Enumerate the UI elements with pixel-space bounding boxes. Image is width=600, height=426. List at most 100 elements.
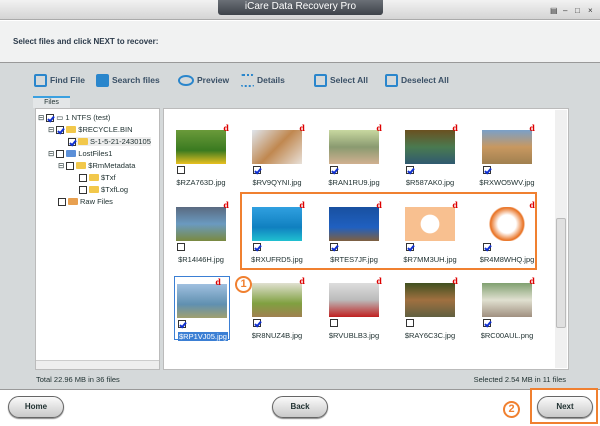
- details-label: Details: [257, 75, 285, 85]
- file-name: $RV9QYNI.jpg: [252, 178, 302, 187]
- file-thumbnail: [252, 130, 302, 164]
- file-name: $R587AK0.jpg: [405, 178, 455, 187]
- select-all-label: Select All: [330, 75, 368, 85]
- back-button[interactable]: Back: [272, 396, 328, 418]
- folder-icon: [66, 126, 77, 133]
- file-name: $RAN1RU9.jpg: [328, 178, 380, 187]
- next-button[interactable]: Next: [537, 396, 593, 418]
- home-button[interactable]: Home: [8, 396, 64, 418]
- checkbox[interactable]: [46, 113, 55, 122]
- step-1-marker: 1: [235, 276, 252, 293]
- select-all-icon: [314, 73, 327, 87]
- checkbox[interactable]: [56, 125, 65, 134]
- tree-label: LostFiles1: [78, 149, 113, 158]
- tree-item-sid-folder[interactable]: S-1-5-21-2430105: [68, 137, 151, 146]
- deleted-badge: d: [529, 123, 535, 133]
- file-thumbnail: [177, 284, 227, 318]
- file-checkbox[interactable]: [483, 166, 491, 174]
- deleted-badge: d: [223, 200, 229, 210]
- tree-item-recycle-bin[interactable]: ⊟ $RECYCLE.BIN: [48, 125, 132, 134]
- checkbox[interactable]: [68, 137, 76, 146]
- file-thumbnail: [405, 130, 455, 164]
- tree-item-txf[interactable]: $Txf: [79, 173, 116, 182]
- file-name: $R14I46H.jpg: [178, 255, 224, 264]
- tree-label: $Txf: [101, 173, 116, 182]
- menu-icon[interactable]: ▤: [550, 6, 558, 15]
- checkbox[interactable]: [56, 149, 65, 158]
- file-checkbox[interactable]: [483, 319, 491, 327]
- details-button[interactable]: Details: [241, 73, 285, 87]
- checkbox[interactable]: [79, 185, 87, 194]
- folder-tree: ⊟ ▭ 1 NTFS (test) ⊟ $RECYCLE.BIN S-1-5-21-2…: [35, 108, 160, 370]
- highlight-box: [240, 192, 537, 270]
- deselect-all-icon: [385, 73, 398, 87]
- deleted-badge: d: [452, 276, 458, 286]
- tree-item-raw-files[interactable]: Raw Files: [58, 197, 113, 206]
- close-icon[interactable]: ×: [588, 6, 593, 15]
- checkbox[interactable]: [79, 173, 87, 182]
- file-item[interactable]: d $RXWO5WV.jpg: [471, 123, 543, 187]
- total-status: Total 22.96 MB in 36 files: [36, 375, 120, 384]
- search-files-button[interactable]: Search files: [96, 73, 160, 87]
- file-checkbox[interactable]: [253, 166, 261, 174]
- checkbox[interactable]: [58, 197, 66, 206]
- file-checkbox[interactable]: [406, 166, 414, 174]
- tree-label: 1 NTFS (test): [65, 113, 111, 122]
- tree-label: $RECYCLE.BIN: [78, 125, 133, 134]
- deleted-badge: d: [299, 123, 305, 133]
- maximize-icon[interactable]: □: [575, 6, 580, 15]
- file-thumbnail: [405, 283, 455, 317]
- find-file-label: Find File: [50, 75, 85, 85]
- file-item[interactable]: d $RVUBLB3.jpg: [318, 276, 390, 340]
- file-item[interactable]: d $RV9QYNI.jpg: [241, 123, 313, 187]
- preview-button[interactable]: Preview: [178, 73, 229, 87]
- file-checkbox[interactable]: [330, 319, 338, 327]
- tree-label: S-1-5-21-2430105: [90, 137, 151, 146]
- file-item[interactable]: d $RC00AUL.png: [471, 276, 543, 340]
- file-item[interactable]: d $R587AK0.jpg: [394, 123, 466, 187]
- file-name: $RXWO5WV.jpg: [479, 178, 535, 187]
- deselect-all-button[interactable]: Deselect All: [385, 73, 449, 87]
- tab-files[interactable]: Files: [33, 96, 70, 108]
- file-item[interactable]: d $RAY6C3C.jpg: [394, 276, 466, 340]
- file-thumbnail: [329, 130, 379, 164]
- tree-item-txflog[interactable]: $TxfLog: [79, 185, 128, 194]
- file-name: $RVUBLB3.jpg: [328, 331, 380, 340]
- checkbox[interactable]: [66, 161, 75, 170]
- deselect-all-label: Deselect All: [401, 75, 449, 85]
- select-all-button[interactable]: Select All: [314, 73, 368, 87]
- search-files-icon: [96, 73, 109, 87]
- tree-item-lostfiles1[interactable]: ⊟ LostFiles1: [48, 149, 112, 158]
- file-checkbox[interactable]: [177, 243, 185, 251]
- file-checkbox[interactable]: [406, 319, 414, 327]
- file-checkbox[interactable]: [330, 166, 338, 174]
- tree-item-rmmetadata[interactable]: ⊟ $RmMetadata: [58, 161, 135, 170]
- folder-icon: [89, 186, 99, 193]
- tree-label: Raw Files: [80, 197, 113, 206]
- file-checkbox[interactable]: [177, 166, 185, 174]
- folder-icon: [76, 162, 87, 169]
- file-name: $RZA763D.jpg: [176, 178, 226, 187]
- file-item[interactable]: d $RP1VJ05.jpg: [174, 276, 230, 341]
- find-file-button[interactable]: Find File: [34, 73, 85, 87]
- deleted-badge: d: [376, 276, 382, 286]
- search-files-label: Search files: [112, 75, 160, 85]
- file-item[interactable]: d $RZA763D.jpg: [165, 123, 237, 187]
- scrollbar-thumb[interactable]: [556, 218, 566, 328]
- tree-horizontal-scrollbar[interactable]: [36, 360, 159, 369]
- step-2-marker: 2: [503, 401, 520, 418]
- instruction-text: Select files and click NEXT to recover:: [13, 37, 159, 46]
- drive-icon: ▭: [56, 113, 64, 122]
- find-file-icon: [34, 73, 47, 87]
- file-checkbox[interactable]: [253, 319, 261, 327]
- deleted-badge: d: [452, 123, 458, 133]
- tree-item-ntfs[interactable]: ⊟ ▭ 1 NTFS (test): [38, 113, 110, 122]
- file-thumbnail: [252, 283, 302, 317]
- deleted-badge: d: [376, 123, 382, 133]
- deleted-badge: d: [223, 123, 229, 133]
- file-checkbox[interactable]: [178, 320, 186, 328]
- file-item[interactable]: d $RAN1RU9.jpg: [318, 123, 390, 187]
- details-list-icon: [241, 73, 254, 87]
- file-item[interactable]: d $R14I46H.jpg: [165, 200, 237, 264]
- minimize-icon[interactable]: –: [563, 6, 567, 15]
